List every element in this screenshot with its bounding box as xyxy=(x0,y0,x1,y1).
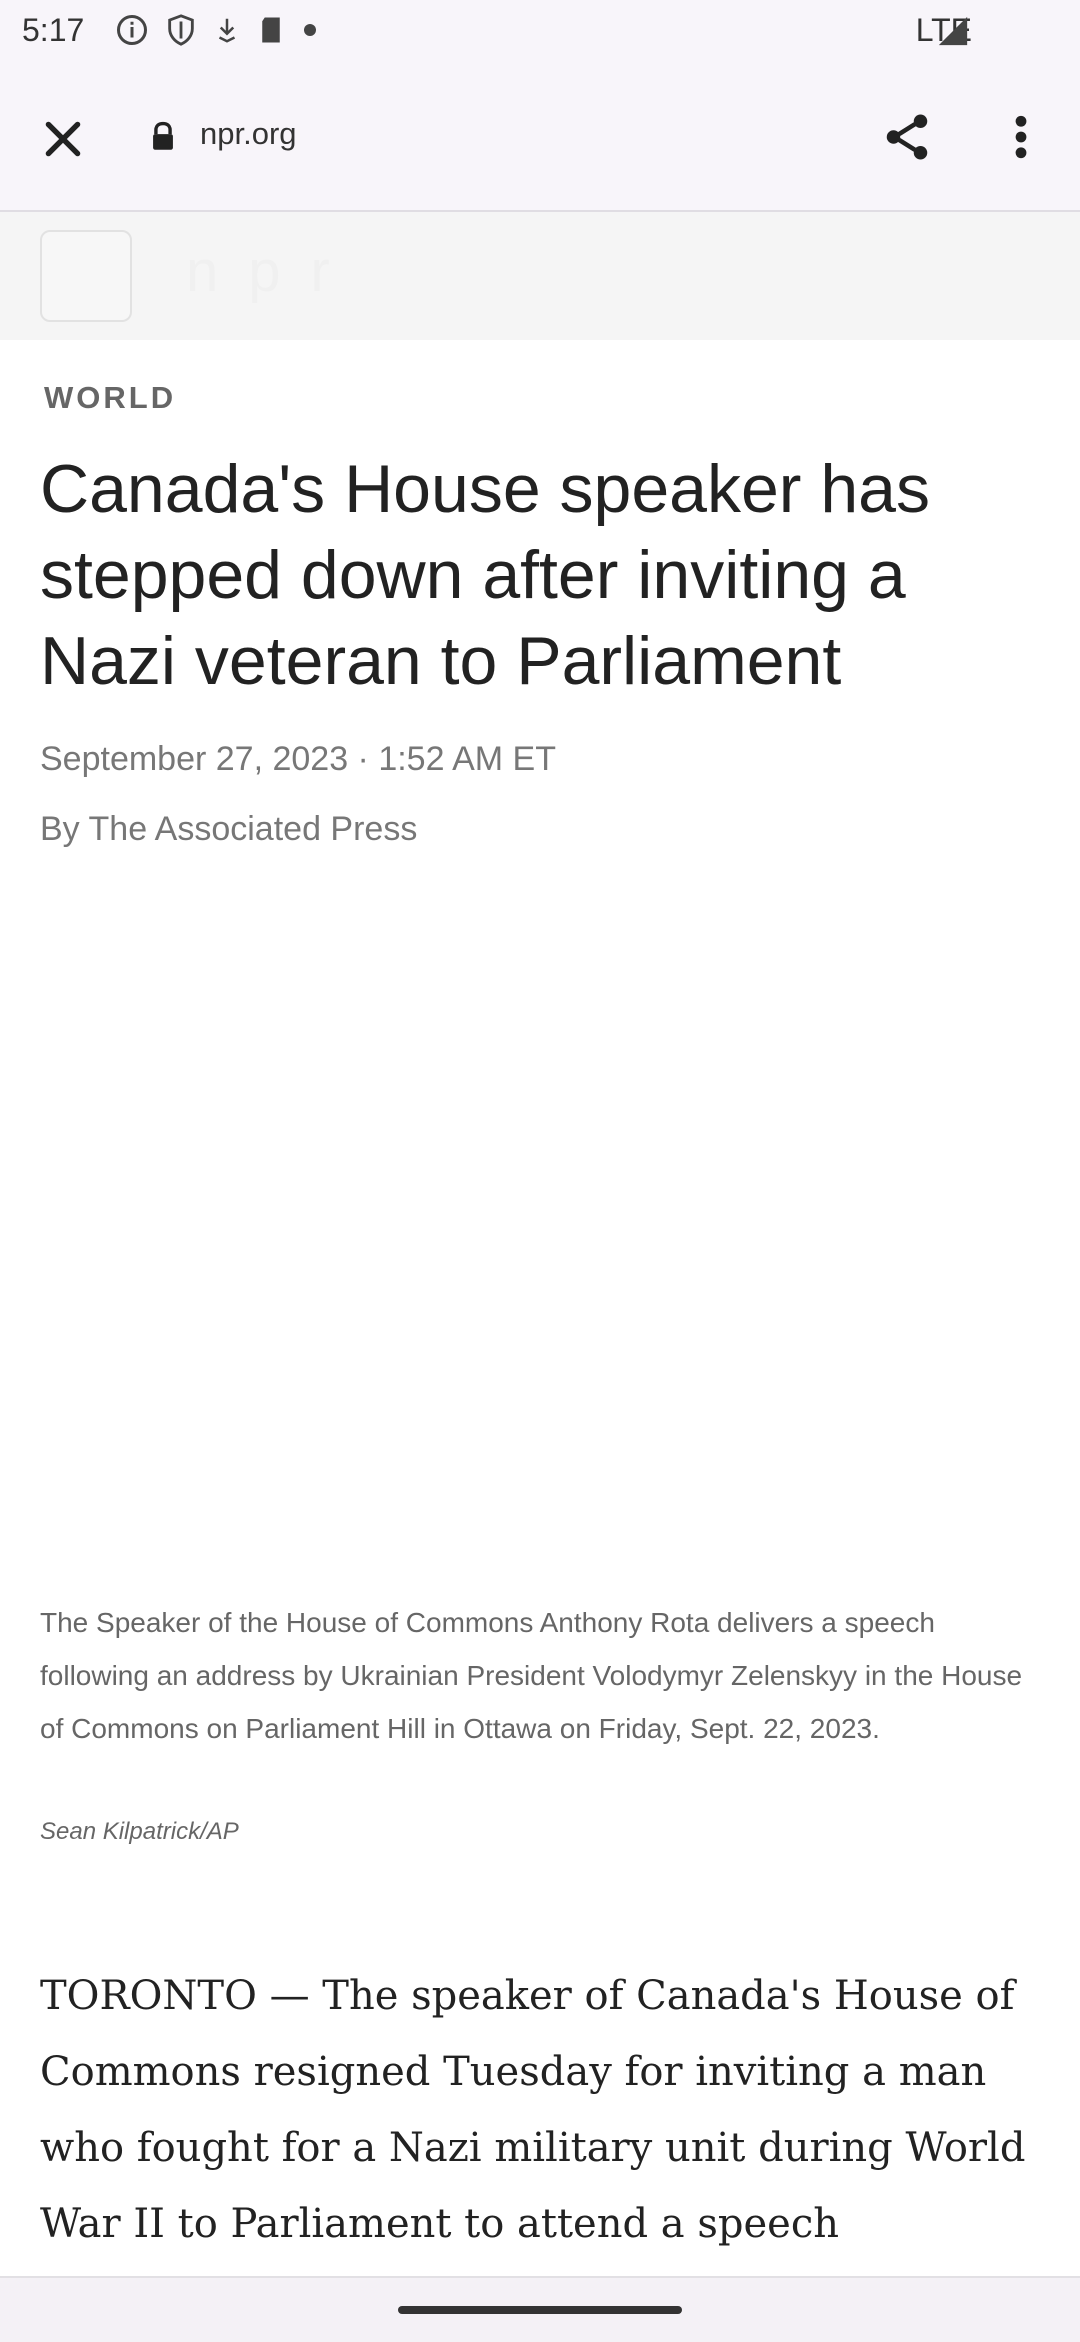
shield-icon xyxy=(164,12,198,48)
photo-caption: The Speaker of the House of Commons Anth… xyxy=(40,1607,1023,1744)
section-label[interactable]: WORLD xyxy=(44,380,176,416)
more-vert-icon[interactable] xyxy=(1004,110,1038,169)
close-icon[interactable] xyxy=(38,114,88,164)
photo-credit: Sean Kilpatrick/AP xyxy=(40,1818,239,1845)
article-photo xyxy=(0,880,1080,1580)
status-time: 5:17 xyxy=(22,12,85,48)
site-menu-button[interactable] xyxy=(40,230,132,322)
site-header: npr xyxy=(0,212,1080,340)
status-bar: 5:17 LTE xyxy=(0,0,1080,64)
npr-logo[interactable]: npr xyxy=(186,238,360,305)
article-date: September 27, 2023 · 1:52 AM ET xyxy=(40,740,556,778)
home-gesture-handle[interactable] xyxy=(398,2306,682,2314)
navigation-bar xyxy=(0,2276,1080,2342)
lock-icon[interactable] xyxy=(146,118,180,161)
article-body: TORONTO — The speaker of Canada's House … xyxy=(40,1973,1026,2247)
cell-signal-icon xyxy=(938,16,968,46)
article-headline: Canada's House speaker has stepped down … xyxy=(40,451,930,699)
dot-icon xyxy=(300,20,320,40)
share-icon[interactable] xyxy=(880,110,934,169)
url-field[interactable]: npr.org xyxy=(200,116,297,152)
article-byline: By The Associated Press xyxy=(40,810,418,848)
info-icon xyxy=(114,12,150,48)
download-icon xyxy=(212,12,242,48)
sd-card-icon xyxy=(256,13,286,47)
status-icons xyxy=(114,12,320,48)
browser-toolbar: npr.org xyxy=(0,64,1080,212)
